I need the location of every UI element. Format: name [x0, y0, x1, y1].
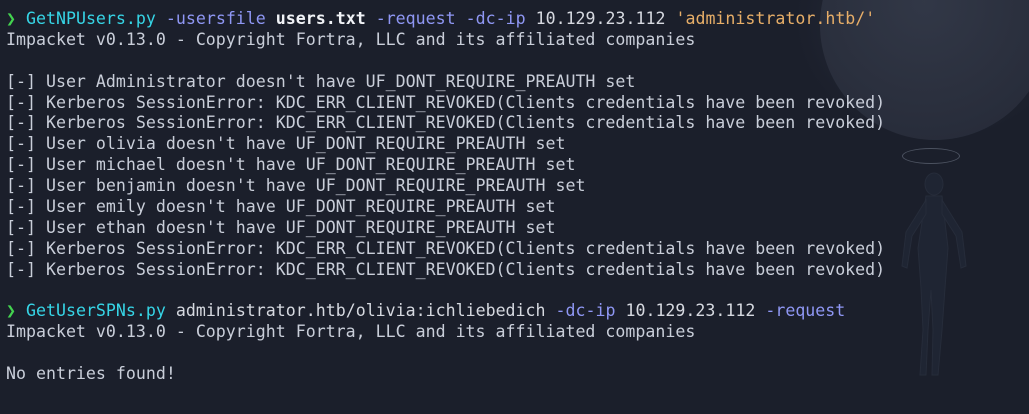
output-line: [-] User olivia doesn't have UF_DONT_REQ…: [6, 134, 566, 154]
terminal-window[interactable]: ❯ GetNPUsers.py -usersfile users.txt -re…: [0, 0, 1029, 414]
command-argument: administrator.htb/olivia:ichliebedich: [175, 301, 546, 321]
command-argument: users.txt: [275, 9, 366, 28]
prompt-arrow-icon: ❯: [6, 9, 16, 28]
command-argument: -dc-ip: [555, 301, 616, 321]
command-argument: 10.129.23.112: [625, 301, 756, 321]
output-line: [-] User Administrator doesn't have UF_D…: [6, 71, 636, 91]
command-line: ❯ GetUserSPNs.py administrator.htb/olivi…: [6, 301, 885, 322]
output-line: [-] User benjamin doesn't have UF_DONT_R…: [6, 176, 586, 196]
command-argument: -request: [375, 9, 456, 28]
command-argument: -dc-ip: [465, 9, 526, 28]
prompt-arrow-icon: ❯: [6, 301, 16, 321]
output-line: Impacket v0.13.0 - Copyright Fortra, LLC…: [6, 322, 696, 342]
output-line: Impacket v0.13.0 - Copyright Fortra, LLC…: [6, 29, 696, 49]
command-program: GetUserSPNs.py: [26, 301, 166, 321]
wallpaper-figure: [890, 140, 990, 414]
output-line: [-] Kerberos SessionError: KDC_ERR_CLIEN…: [6, 113, 886, 133]
command-line: ❯ GetNPUsers.py -usersfile users.txt -re…: [6, 9, 885, 30]
output-line: [-] Kerberos SessionError: KDC_ERR_CLIEN…: [6, 238, 886, 258]
output-line: [-] User ethan doesn't have UF_DONT_REQU…: [6, 217, 556, 237]
command-argument: 10.129.23.112: [535, 9, 666, 28]
silhouette-icon: [901, 172, 967, 376]
output-line: [-] User michael doesn't have UF_DONT_RE…: [6, 155, 576, 175]
command-argument: -request: [765, 301, 846, 321]
command-argument: 'administrator.htb/': [675, 9, 876, 28]
command-argument: -usersfile: [165, 9, 266, 28]
output-line: [-] Kerberos SessionError: KDC_ERR_CLIEN…: [6, 92, 886, 112]
output-line: [-] User emily doesn't have UF_DONT_REQU…: [6, 197, 556, 217]
command-program: GetNPUsers.py: [26, 9, 156, 28]
terminal-output: ❯ GetNPUsers.py -usersfile users.txt -re…: [6, 9, 885, 385]
output-line: No entries found!: [6, 364, 176, 384]
halo-icon: [902, 148, 960, 164]
output-line: [-] Kerberos SessionError: KDC_ERR_CLIEN…: [6, 259, 886, 279]
